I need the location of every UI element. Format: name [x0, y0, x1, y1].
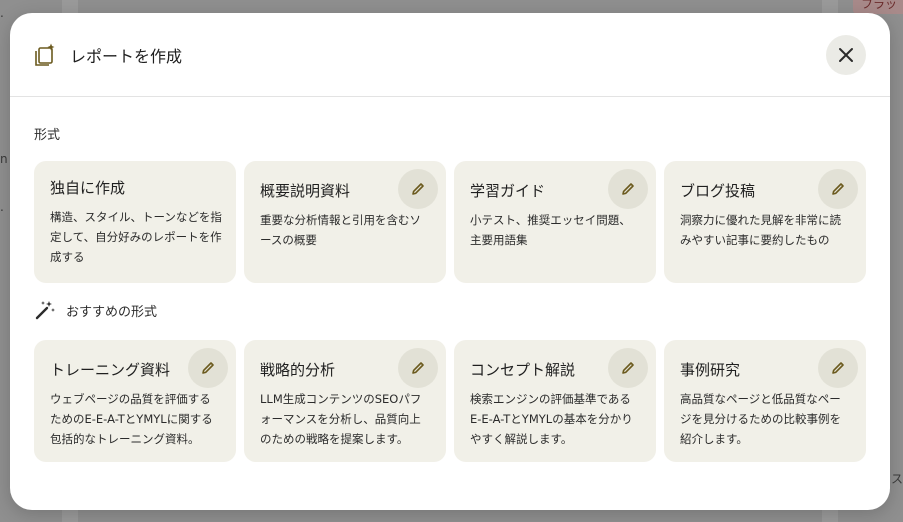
recommended-card-case-study[interactable]: 事例研究 高品質なページと低品質なページを見分けるための比較事例を紹介します。	[664, 340, 866, 462]
background-text: ス	[891, 472, 903, 486]
recommended-card-concept-explainer[interactable]: コンセプト解説 検索エンジンの評価基準であるE-E-A-TとYMYLの基本を分か…	[454, 340, 656, 462]
background-chip: フラッ	[853, 0, 903, 14]
edit-button[interactable]	[608, 348, 648, 388]
dialog-title: レポートを作成	[70, 46, 183, 66]
format-card-blog-post[interactable]: ブログ投稿 洞察力に優れた見解を非常に読みやすい記事に要約したもの	[664, 161, 866, 283]
card-description: LLM生成コンテンツのSEOパフォーマンスを分析し、品質向上のための戦略を提案し…	[260, 392, 422, 446]
recommended-section-label: おすすめの形式	[34, 299, 157, 321]
edit-button[interactable]	[608, 169, 648, 209]
report-create-icon	[34, 43, 56, 67]
recommended-label-text: おすすめの形式	[66, 304, 158, 320]
pencil-icon	[622, 183, 634, 195]
pencil-icon	[202, 362, 214, 374]
card-title: 独自に作成	[50, 179, 126, 197]
background-text: .	[0, 6, 4, 20]
card-description: 重要な分析情報と引用を含むソースの概要	[260, 213, 421, 247]
card-description: 高品質なページと低品質なページを見分けるための比較事例を紹介します。	[680, 392, 841, 446]
pencil-icon	[412, 362, 424, 374]
background-text: .	[0, 200, 4, 214]
edit-button[interactable]	[818, 169, 858, 209]
close-button[interactable]	[826, 35, 866, 75]
pencil-icon	[622, 362, 634, 374]
recommended-card-strategic-analysis[interactable]: 戦略的分析 LLM生成コンテンツのSEOパフォーマンスを分析し、品質向上のための…	[244, 340, 446, 462]
card-description: ウェブページの品質を評価するためのE-E-A-TとYMYLに関する包括的なトレー…	[50, 392, 213, 446]
pencil-icon	[832, 362, 844, 374]
format-card-briefing[interactable]: 概要説明資料 重要な分析情報と引用を含むソースの概要	[244, 161, 446, 283]
card-description: 検索エンジンの評価基準であるE-E-A-TとYMYLの基本を分かりやすく解説しま…	[470, 392, 633, 446]
format-card-study-guide[interactable]: 学習ガイド 小テスト、推奨エッセイ問題、主要用語集	[454, 161, 656, 283]
card-description: 洞察力に優れた見解を非常に読みやすい記事に要約したもの	[680, 213, 841, 247]
create-report-dialog: レポートを作成 形式 独自に作成 構造、スタイル、トーンなどを指定して、自分好み…	[10, 13, 890, 510]
edit-button[interactable]	[818, 348, 858, 388]
magic-wand-icon	[34, 299, 56, 321]
edit-button[interactable]	[398, 169, 438, 209]
close-icon	[839, 48, 853, 62]
dialog-header: レポートを作成	[10, 13, 890, 97]
edit-button[interactable]	[188, 348, 228, 388]
background-text: n	[0, 152, 8, 166]
format-card-custom[interactable]: 独自に作成 構造、スタイル、トーンなどを指定して、自分好みのレポートを作成する	[34, 161, 236, 283]
formats-section-label: 形式	[34, 128, 61, 143]
recommended-card-training[interactable]: トレーニング資料 ウェブページの品質を評価するためのE-E-A-TとYMYLに関…	[34, 340, 236, 462]
pencil-icon	[832, 183, 844, 195]
card-description: 構造、スタイル、トーンなどを指定して、自分好みのレポートを作成する	[50, 210, 222, 264]
edit-button[interactable]	[398, 348, 438, 388]
card-description: 小テスト、推奨エッセイ問題、主要用語集	[470, 213, 631, 247]
pencil-icon	[412, 183, 424, 195]
